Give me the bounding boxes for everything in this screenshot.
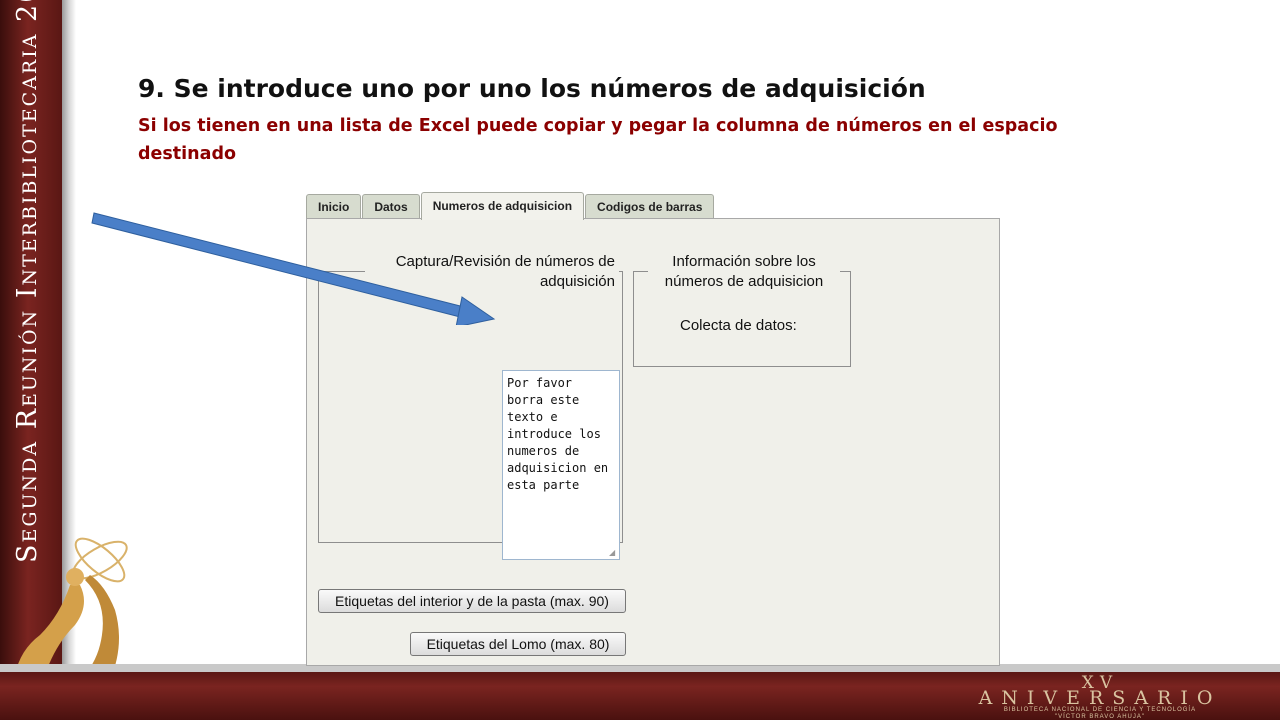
pointer-arrow-icon [91,212,496,325]
spine-labels-button[interactable]: Etiquetas del Lomo (max. 80) [410,632,626,656]
info-fieldset: Información sobre los números de adquisi… [633,252,851,367]
anniversary-title: ANIVERSARIO [978,687,1222,709]
tab-numeros-de-adquisicion[interactable]: Numeros de adquisicion [420,192,585,220]
anniversary-logo: XV ANIVERSARIO BIBLIOTECA NACIONAL DE CI… [940,675,1260,721]
golden-figure-logo [15,537,128,680]
acquisition-numbers-textarea[interactable] [502,370,620,560]
side-title: Segunda Reunión Interbibliotecaria 2013 [12,0,43,563]
slide-heading: 9. Se introduce uno por uno los números … [138,74,926,103]
slide-subheading: Si los tienen en una lista de Excel pued… [138,116,1058,164]
tab-codigos-de-barras[interactable]: Codigos de barras [585,194,715,219]
interior-labels-button[interactable]: Etiquetas del interior y de la pasta (ma… [318,589,626,613]
colecta-label: Colecta de datos: [680,317,797,334]
info-legend: Información sobre los números de adquisi… [648,252,840,292]
resize-grip-icon[interactable]: ◢ [609,549,617,557]
